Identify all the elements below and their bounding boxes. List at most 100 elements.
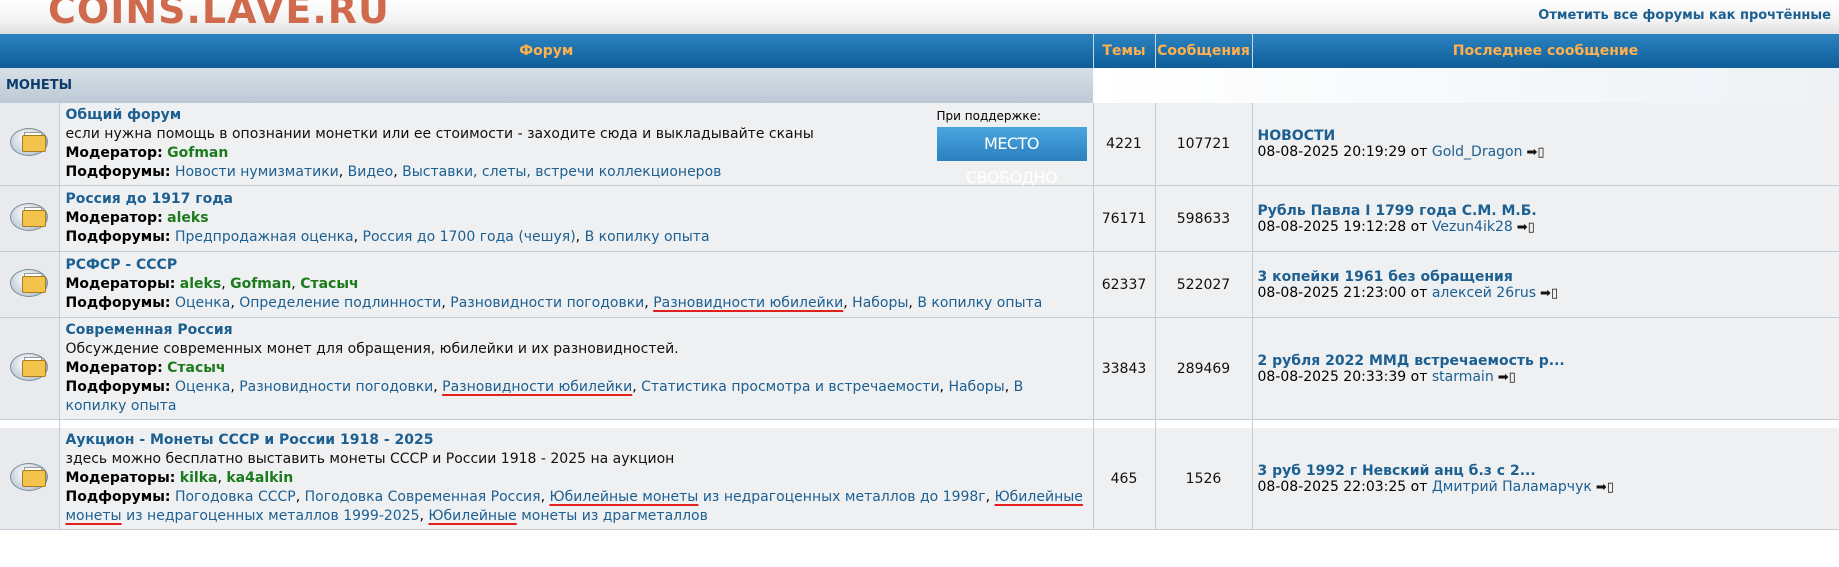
last-post-date: 08-08-2025 22:03:25: [1257, 478, 1407, 495]
moderator-link[interactable]: Gofman: [167, 145, 228, 161]
sponsor-banner[interactable]: МЕСТО СВОБОДНО: [936, 127, 1087, 187]
subforum-link[interactable]: Оценка: [175, 379, 230, 395]
goto-last-post-icon[interactable]: ➡▯: [1540, 286, 1558, 301]
subforums-label: Подфорумы:: [65, 295, 171, 311]
forum-icon-cell: [0, 185, 60, 252]
forum-rows: Общий форум При поддержке: МЕСТО СВОБОДНО е…: [0, 103, 1839, 530]
forum-icon-cell: [0, 251, 60, 318]
subforum-link[interactable]: Наборы: [852, 295, 908, 311]
subforum-link[interactable]: Выставки, слеты, встречи коллекционеров: [402, 164, 721, 180]
subforum-link[interactable]: Предпродажная оценка: [175, 229, 354, 245]
last-post-cell: 3 руб 1992 г Невский анц б.з с 2... 08-08…: [1252, 428, 1839, 530]
goto-last-post-icon[interactable]: ➡▯: [1526, 145, 1544, 160]
topics-count: 4221: [1093, 103, 1156, 186]
sponsor-block: При поддержке: МЕСТО СВОБОДНО: [936, 107, 1087, 187]
subforum-link[interactable]: Юбилейные: [428, 508, 516, 524]
last-post-by: от: [1410, 144, 1428, 160]
subforum-link[interactable]: Новости нумизматики: [175, 164, 339, 180]
forum-info-cell: РСФСР - СССР Модераторы: aleks, Gofman, С…: [59, 251, 1094, 318]
category-row: МОНЕТЫ: [0, 68, 1839, 103]
moderator-link[interactable]: Gofman: [230, 276, 291, 292]
moderator-link[interactable]: kilka: [180, 470, 218, 486]
subforum-link[interactable]: В копилку опыта: [917, 295, 1042, 311]
forum-row: Общий форум При поддержке: МЕСТО СВОБОДНО е…: [0, 103, 1839, 187]
sponsor-label: При поддержке:: [936, 109, 1042, 123]
subforum-link[interactable]: Оценка: [175, 295, 230, 311]
separator-cell: [1252, 419, 1839, 428]
subforum-link[interactable]: Погодовка СССР: [175, 489, 296, 505]
top-bar: COINS.LAVE.RU Отметить все форумы как пр…: [0, 0, 1839, 34]
last-post-date: 08-08-2025 20:19:29: [1257, 144, 1407, 160]
forum-icon-cell: [0, 317, 60, 420]
last-post-user-link[interactable]: алексей 26rus: [1432, 285, 1536, 301]
subforum-link[interactable]: В копилку опыта: [585, 229, 710, 245]
forum-description: если нужна помощь в опознании монетки ил…: [65, 126, 814, 142]
last-post-cell: 3 копейки 1961 без обращения 08-08-2025 2…: [1252, 251, 1839, 318]
col-forum: Форум: [0, 34, 1094, 68]
subforum-link[interactable]: Разновидности погодовки: [239, 379, 433, 395]
last-post-title-link[interactable]: Рубль Павла I 1799 года С.М. М.Б.: [1258, 203, 1537, 219]
last-post-cell: Рубль Павла I 1799 года С.М. М.Б. 08-08-2…: [1252, 185, 1839, 252]
last-post-title-link[interactable]: 2 рубля 2022 ММД встречаемость р...: [1258, 353, 1565, 369]
subforum-link[interactable]: Россия до 1700 года (чешуя): [363, 229, 576, 245]
forum-title-link[interactable]: Аукцион - Монеты СССР и России 1918 - 20…: [66, 432, 434, 448]
moderator-link[interactable]: aleks: [167, 210, 208, 226]
goto-last-post-icon[interactable]: ➡▯: [1596, 480, 1614, 495]
subforum-link[interactable]: из недрагоценных металлов 1999-2025: [126, 508, 419, 524]
last-post-date: 08-08-2025 19:12:28: [1257, 218, 1407, 235]
last-post-user-link[interactable]: starmain: [1432, 369, 1494, 385]
subforum-link[interactable]: Статистика просмотра и встречаемости: [641, 379, 939, 395]
subforum-link[interactable]: Разновидности юбилейки: [653, 295, 843, 311]
forum-title-link[interactable]: Современная Россия: [66, 322, 233, 338]
last-post-cell: 2 рубля 2022 ММД встречаемость р... 08-08…: [1252, 317, 1839, 420]
topics-count: 76171: [1093, 185, 1156, 252]
forum-icon-cell: [0, 103, 60, 186]
subforum-link[interactable]: из недрагоценных металлов до 1998г: [703, 489, 986, 505]
moderator-link[interactable]: ka4alkin: [226, 470, 293, 486]
icon-folder: [22, 469, 47, 487]
last-post-user-link[interactable]: Дмитрий Паламарчук: [1432, 479, 1592, 495]
separator-cell: [1155, 419, 1253, 428]
icon-folder: [22, 209, 47, 227]
col-posts: Сообщения: [1155, 34, 1253, 68]
subforum-link[interactable]: монеты из драгметаллов: [521, 508, 708, 524]
forum-title-link[interactable]: Россия до 1917 года: [66, 191, 233, 207]
last-post-user-link[interactable]: Vezun4ik28: [1432, 219, 1513, 235]
goto-last-post-icon[interactable]: ➡▯: [1498, 370, 1516, 385]
forum-folder-icon: [9, 350, 49, 384]
forum-row: РСФСР - СССР Модераторы: aleks, Gofman, С…: [0, 251, 1839, 318]
moderator-link[interactable]: Стасыч: [300, 276, 358, 292]
subforum-link[interactable]: Юбилейные монеты: [549, 489, 698, 505]
subforums-label: Подфорумы:: [65, 489, 171, 505]
moderator-label: Модератор:: [65, 360, 163, 376]
subforum-link[interactable]: Определение подлинности: [239, 295, 441, 311]
forum-title-link[interactable]: Общий форум: [66, 107, 182, 123]
posts-count: 598633: [1155, 185, 1253, 252]
forum-title-link[interactable]: РСФСР - СССР: [66, 257, 178, 273]
col-last-post: Последнее сообщение: [1252, 34, 1839, 68]
subforums-label: Подфорумы:: [65, 229, 171, 245]
moderator-link[interactable]: Стасыч: [167, 360, 225, 376]
subforum-link[interactable]: Наборы: [948, 379, 1004, 395]
last-post-title-link[interactable]: НОВОСТИ: [1258, 128, 1336, 144]
posts-count: 107721: [1155, 103, 1253, 186]
moderator-link[interactable]: aleks: [180, 276, 221, 292]
subforums-label: Подфорумы:: [65, 379, 171, 395]
forum-folder-icon: [9, 266, 49, 300]
subforum-link[interactable]: Видео: [348, 164, 394, 180]
mark-all-read-link[interactable]: Отметить все форумы как прочтённые: [1538, 8, 1831, 23]
last-post-by: от: [1410, 284, 1428, 301]
last-post-cell: НОВОСТИ 08-08-2025 20:19:29 от Gold_Drago…: [1252, 103, 1839, 186]
last-post-user-link[interactable]: Gold_Dragon: [1432, 144, 1523, 160]
subforum-link[interactable]: Погодовка Современная Россия: [305, 489, 541, 505]
subforum-link[interactable]: Разновидности юбилейки: [442, 379, 632, 395]
subforum-link[interactable]: Разновидности погодовки: [450, 295, 644, 311]
last-post-title-link[interactable]: 3 копейки 1961 без обращения: [1258, 269, 1513, 285]
topics-count: 33843: [1093, 317, 1156, 420]
last-post-title-link[interactable]: 3 руб 1992 г Невский анц б.з с 2...: [1258, 463, 1536, 479]
site-logo[interactable]: COINS.LAVE.RU: [48, 0, 390, 32]
category-title[interactable]: МОНЕТЫ: [0, 68, 1093, 103]
goto-last-post-icon[interactable]: ➡▯: [1517, 220, 1535, 235]
forum-folder-icon: [9, 200, 49, 234]
separator-cell: [59, 419, 1094, 428]
